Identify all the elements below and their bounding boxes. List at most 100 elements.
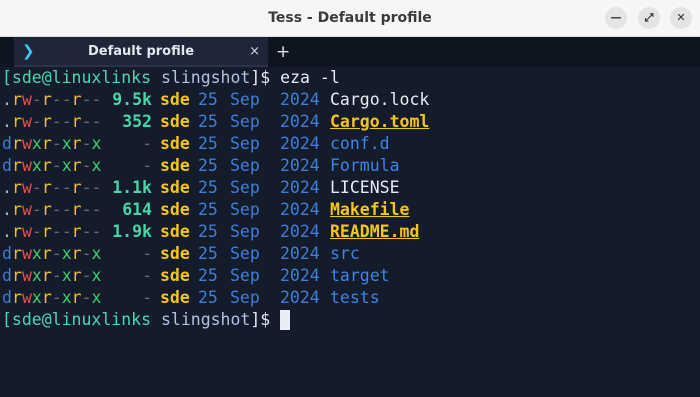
file-type-indicator: . [2,222,12,241]
date-day: 25 [198,244,218,263]
permissions: rwxr-xr-x [12,288,102,307]
date-year: 2024 [280,112,320,131]
file-name: LICENSE [330,178,400,197]
date-day: 25 [198,266,218,285]
list-item: . rw-r--r-- 1.1k sde 25 Sep 2024 LICENSE [2,177,692,199]
file-name: tests [330,288,380,307]
text-cursor [280,310,290,330]
file-type-indicator: . [2,112,12,131]
date-year: 2024 [280,156,320,175]
date-day: 25 [198,200,218,219]
date-day: 25 [198,288,218,307]
owner: sde [160,244,190,263]
file-size: 9.5k [112,90,152,109]
file-name: conf.d [330,134,390,153]
list-item: . rw-r--r-- 352 sde 25 Sep 2024 Cargo.toml [2,111,692,133]
permissions: rwxr-xr-x [12,134,102,153]
date-year: 2024 [280,222,320,241]
permissions: rwxr-xr-x [12,244,102,263]
terminal-output[interactable]: [sde@linuxlinks slingshot]$ eza -l . rw-r… [0,67,700,397]
date-day: 25 [198,222,218,241]
date-day: 25 [198,134,218,153]
date-day: 25 [198,156,218,175]
file-type-indicator: . [2,90,12,109]
file-name: Cargo.toml [330,112,430,131]
file-size: 352 [122,112,152,131]
maximize-icon[interactable]: ⤢ [638,7,660,29]
prompt-user-host: [sde@linuxlinks [2,68,152,87]
date-month: Sep [230,244,260,263]
owner: sde [160,90,190,109]
date-month: Sep [230,288,260,307]
file-type-indicator: d [2,244,12,263]
permissions: rw-r--r-- [12,178,102,197]
file-size: 1.9k [112,222,152,241]
file-size: - [142,134,152,153]
date-day: 25 [198,112,218,131]
owner: sde [160,112,190,131]
file-type-indicator: d [2,288,12,307]
date-month: Sep [230,200,260,219]
date-year: 2024 [280,288,320,307]
file-type-indicator: . [2,200,12,219]
prompt-suffix: ]$ [250,68,271,87]
prompt-line-active: [sde@linuxlinks slingshot]$ [2,309,290,331]
tab-default-profile[interactable]: ❯ Default profile × [14,37,268,67]
file-size: 1.1k [112,178,152,197]
date-day: 25 [198,90,218,109]
date-month: Sep [230,134,260,153]
file-size: 614 [122,200,152,219]
file-name: Makefile [330,200,410,219]
file-name: target [330,266,390,285]
list-item: . rw-r--r-- 614 sde 25 Sep 2024 Makefile [2,199,692,221]
new-tab-button[interactable]: + [276,37,290,67]
file-name: README.md [330,222,420,241]
date-day: 25 [198,178,218,197]
file-type-indicator: d [2,156,12,175]
list-item: d rwxr-xr-x - sde 25 Sep 2024 src [2,243,692,265]
date-year: 2024 [280,266,320,285]
file-name: Formula [330,156,400,175]
title-bar: Tess - Default profile — ⤢ ✕ [0,0,700,37]
file-type-indicator: d [2,134,12,153]
owner: sde [160,288,190,307]
command-text: eza -l [280,68,340,87]
file-size: - [142,156,152,175]
owner: sde [160,222,190,241]
permissions: rwxr-xr-x [12,266,102,285]
date-month: Sep [230,222,260,241]
prompt-suffix: ]$ [250,310,271,329]
file-type-indicator: . [2,178,12,197]
owner: sde [160,266,190,285]
tab-close-button[interactable]: × [249,37,260,66]
list-item: d rwxr-xr-x - sde 25 Sep 2024 Formula [2,155,692,177]
owner: sde [160,156,190,175]
file-size: - [142,266,152,285]
window-title: Tess - Default profile [268,10,432,26]
date-year: 2024 [280,134,320,153]
close-icon[interactable]: ✕ [670,7,692,29]
date-year: 2024 [280,200,320,219]
tab-label: Default profile [87,44,195,59]
list-item: . rw-r--r-- 1.9k sde 25 Sep 2024 README.md [2,221,692,243]
date-year: 2024 [280,178,320,197]
prompt-directory: slingshot [160,310,251,329]
file-type-indicator: d [2,266,12,285]
list-item: d rwxr-xr-x - sde 25 Sep 2024 conf.d [2,133,692,155]
prompt-user-host: [sde@linuxlinks [2,310,152,329]
file-size: - [142,288,152,307]
list-item: d rwxr-xr-x - sde 25 Sep 2024 tests [2,287,692,309]
tab-bar: ❯ Default profile × + [0,37,700,67]
list-item: d rwxr-xr-x - sde 25 Sep 2024 target [2,265,692,287]
date-month: Sep [230,266,260,285]
date-year: 2024 [280,90,320,109]
prompt-directory: slingshot [160,68,251,87]
file-size: - [142,244,152,263]
permissions: rw-r--r-- [12,90,102,109]
permissions: rw-r--r-- [12,200,102,219]
permissions: rw-r--r-- [12,222,102,241]
minimize-icon[interactable]: — [605,7,627,29]
file-name: Cargo.lock [330,90,430,109]
owner: sde [160,178,190,197]
date-month: Sep [230,112,260,131]
